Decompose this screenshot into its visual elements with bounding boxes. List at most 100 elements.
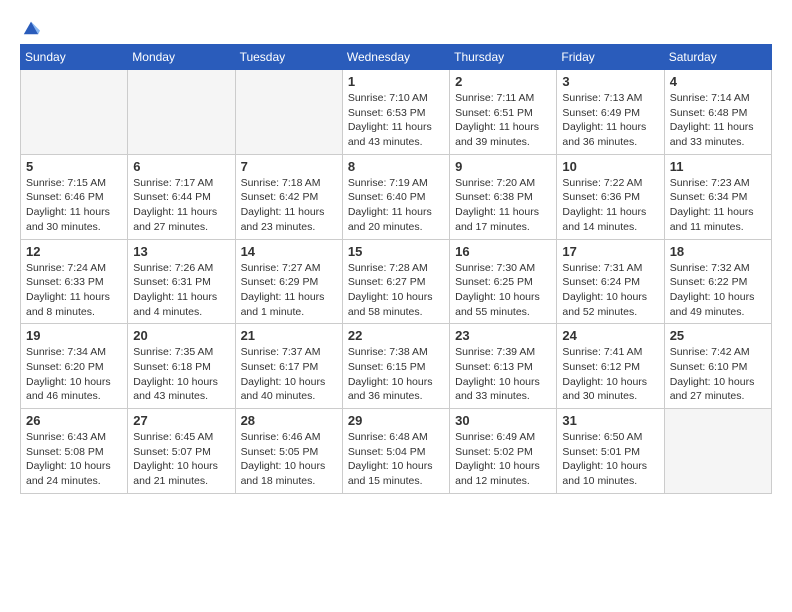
day-number: 21 (241, 328, 337, 343)
calendar-cell: 19Sunrise: 7:34 AM Sunset: 6:20 PM Dayli… (21, 324, 128, 409)
calendar-cell: 15 Sunrise: 7:28 AM Sunset: 6:27 PM Dayli… (342, 239, 449, 324)
calendar-cell: 28 Sunrise: 6:46 AM Sunset: 5:05 PM Dayli… (235, 409, 342, 494)
calendar-cell: 27 Sunrise: 6:45 AM Sunset: 5:07 PM Dayli… (128, 409, 235, 494)
calendar-cell: 6 Sunrise: 7:17 AM Sunset: 6:44 PM Daylig… (128, 154, 235, 239)
day-info: Sunrise: 7:24 AM Sunset: 6:33 PM Dayligh… (26, 261, 122, 320)
day-info: Sunrise: 7:32 AM Sunset: 6:22 PM Dayligh… (670, 261, 766, 320)
day-number: 4 (670, 74, 766, 89)
calendar-cell: 31 Sunrise: 6:50 AM Sunset: 5:01 PM Dayli… (557, 409, 664, 494)
day-info: Sunrise: 7:35 AM Sunset: 6:18 PM Dayligh… (133, 345, 229, 404)
day-info: Sunrise: 7:20 AM Sunset: 6:38 PM Dayligh… (455, 176, 551, 235)
header (20, 16, 772, 36)
day-number: 20 (133, 328, 229, 343)
day-number: 9 (455, 159, 551, 174)
day-info: Sunrise: 7:28 AM Sunset: 6:27 PM Dayligh… (348, 261, 444, 320)
col-tuesday: Tuesday (235, 45, 342, 70)
col-sunday: Sunday (21, 45, 128, 70)
calendar-cell (235, 70, 342, 155)
calendar-cell: 11 Sunrise: 7:23 AM Sunset: 6:34 PM Dayli… (664, 154, 771, 239)
calendar-cell: 22 Sunrise: 7:38 AM Sunset: 6:15 PM Dayli… (342, 324, 449, 409)
logo (20, 16, 40, 36)
calendar-cell: 13 Sunrise: 7:26 AM Sunset: 6:31 PM Dayli… (128, 239, 235, 324)
day-info: Sunrise: 7:34 AM Sunset: 6:20 PM Dayligh… (26, 345, 122, 404)
day-number: 28 (241, 413, 337, 428)
calendar-cell: 8Sunrise: 7:19 AM Sunset: 6:40 PM Daylig… (342, 154, 449, 239)
day-number: 6 (133, 159, 229, 174)
day-number: 15 (348, 244, 444, 259)
calendar-cell: 14 Sunrise: 7:27 AM Sunset: 6:29 PM Dayli… (235, 239, 342, 324)
day-number: 1 (348, 74, 444, 89)
calendar-cell: 17 Sunrise: 7:31 AM Sunset: 6:24 PM Dayli… (557, 239, 664, 324)
day-info: Sunrise: 7:38 AM Sunset: 6:15 PM Dayligh… (348, 345, 444, 404)
calendar-cell: 3Sunrise: 7:13 AM Sunset: 6:49 PM Daylig… (557, 70, 664, 155)
day-number: 23 (455, 328, 551, 343)
day-number: 16 (455, 244, 551, 259)
calendar-cell: 1 Sunrise: 7:10 AM Sunset: 6:53 PM Daylig… (342, 70, 449, 155)
col-saturday: Saturday (664, 45, 771, 70)
calendar-cell: 12 Sunrise: 7:24 AM Sunset: 6:33 PM Dayli… (21, 239, 128, 324)
day-number: 10 (562, 159, 658, 174)
day-info: Sunrise: 6:48 AM Sunset: 5:04 PM Dayligh… (348, 430, 444, 489)
day-number: 13 (133, 244, 229, 259)
calendar-cell: 24 Sunrise: 7:41 AM Sunset: 6:12 PM Dayli… (557, 324, 664, 409)
day-info: Sunrise: 7:23 AM Sunset: 6:34 PM Dayligh… (670, 176, 766, 235)
day-info: Sunrise: 7:41 AM Sunset: 6:12 PM Dayligh… (562, 345, 658, 404)
day-number: 24 (562, 328, 658, 343)
day-info: Sunrise: 6:49 AM Sunset: 5:02 PM Dayligh… (455, 430, 551, 489)
day-info: Sunrise: 7:42 AM Sunset: 6:10 PM Dayligh… (670, 345, 766, 404)
day-info: Sunrise: 6:46 AM Sunset: 5:05 PM Dayligh… (241, 430, 337, 489)
day-number: 12 (26, 244, 122, 259)
day-info: Sunrise: 7:17 AM Sunset: 6:44 PM Dayligh… (133, 176, 229, 235)
day-number: 22 (348, 328, 444, 343)
day-number: 29 (348, 413, 444, 428)
day-number: 26 (26, 413, 122, 428)
calendar-cell: 20 Sunrise: 7:35 AM Sunset: 6:18 PM Dayli… (128, 324, 235, 409)
day-number: 8 (348, 159, 444, 174)
day-info: Sunrise: 7:26 AM Sunset: 6:31 PM Dayligh… (133, 261, 229, 320)
day-number: 17 (562, 244, 658, 259)
calendar-cell: 2Sunrise: 7:11 AM Sunset: 6:51 PM Daylig… (450, 70, 557, 155)
col-wednesday: Wednesday (342, 45, 449, 70)
day-info: Sunrise: 6:50 AM Sunset: 5:01 PM Dayligh… (562, 430, 658, 489)
day-info: Sunrise: 7:15 AM Sunset: 6:46 PM Dayligh… (26, 176, 122, 235)
day-info: Sunrise: 7:30 AM Sunset: 6:25 PM Dayligh… (455, 261, 551, 320)
calendar-cell (664, 409, 771, 494)
calendar-cell: 25Sunrise: 7:42 AM Sunset: 6:10 PM Dayli… (664, 324, 771, 409)
day-number: 14 (241, 244, 337, 259)
day-info: Sunrise: 7:39 AM Sunset: 6:13 PM Dayligh… (455, 345, 551, 404)
col-friday: Friday (557, 45, 664, 70)
day-info: Sunrise: 7:31 AM Sunset: 6:24 PM Dayligh… (562, 261, 658, 320)
day-info: Sunrise: 7:27 AM Sunset: 6:29 PM Dayligh… (241, 261, 337, 320)
calendar-cell: 29 Sunrise: 6:48 AM Sunset: 5:04 PM Dayli… (342, 409, 449, 494)
calendar-cell: 10 Sunrise: 7:22 AM Sunset: 6:36 PM Dayli… (557, 154, 664, 239)
day-info: Sunrise: 7:11 AM Sunset: 6:51 PM Dayligh… (455, 91, 551, 150)
day-info: Sunrise: 6:43 AM Sunset: 5:08 PM Dayligh… (26, 430, 122, 489)
day-info: Sunrise: 7:18 AM Sunset: 6:42 PM Dayligh… (241, 176, 337, 235)
page: Sunday Monday Tuesday Wednesday Thursday… (0, 0, 792, 612)
day-number: 18 (670, 244, 766, 259)
calendar-cell: 26 Sunrise: 6:43 AM Sunset: 5:08 PM Dayli… (21, 409, 128, 494)
day-number: 11 (670, 159, 766, 174)
logo-icon (22, 18, 40, 36)
calendar-table: Sunday Monday Tuesday Wednesday Thursday… (20, 44, 772, 494)
calendar-cell: 23 Sunrise: 7:39 AM Sunset: 6:13 PM Dayli… (450, 324, 557, 409)
day-info: Sunrise: 7:13 AM Sunset: 6:49 PM Dayligh… (562, 91, 658, 150)
day-number: 31 (562, 413, 658, 428)
calendar-cell: 7 Sunrise: 7:18 AM Sunset: 6:42 PM Daylig… (235, 154, 342, 239)
calendar-cell: 4 Sunrise: 7:14 AM Sunset: 6:48 PM Daylig… (664, 70, 771, 155)
calendar-header-row: Sunday Monday Tuesday Wednesday Thursday… (21, 45, 772, 70)
day-info: Sunrise: 7:10 AM Sunset: 6:53 PM Dayligh… (348, 91, 444, 150)
calendar-cell (21, 70, 128, 155)
day-info: Sunrise: 6:45 AM Sunset: 5:07 PM Dayligh… (133, 430, 229, 489)
col-thursday: Thursday (450, 45, 557, 70)
calendar-cell: 9 Sunrise: 7:20 AM Sunset: 6:38 PM Daylig… (450, 154, 557, 239)
calendar-cell: 16 Sunrise: 7:30 AM Sunset: 6:25 PM Dayli… (450, 239, 557, 324)
day-number: 7 (241, 159, 337, 174)
calendar-cell: 21Sunrise: 7:37 AM Sunset: 6:17 PM Dayli… (235, 324, 342, 409)
calendar-cell: 18 Sunrise: 7:32 AM Sunset: 6:22 PM Dayli… (664, 239, 771, 324)
day-info: Sunrise: 7:22 AM Sunset: 6:36 PM Dayligh… (562, 176, 658, 235)
col-monday: Monday (128, 45, 235, 70)
day-number: 27 (133, 413, 229, 428)
calendar-cell: 5Sunrise: 7:15 AM Sunset: 6:46 PM Daylig… (21, 154, 128, 239)
day-info: Sunrise: 7:14 AM Sunset: 6:48 PM Dayligh… (670, 91, 766, 150)
